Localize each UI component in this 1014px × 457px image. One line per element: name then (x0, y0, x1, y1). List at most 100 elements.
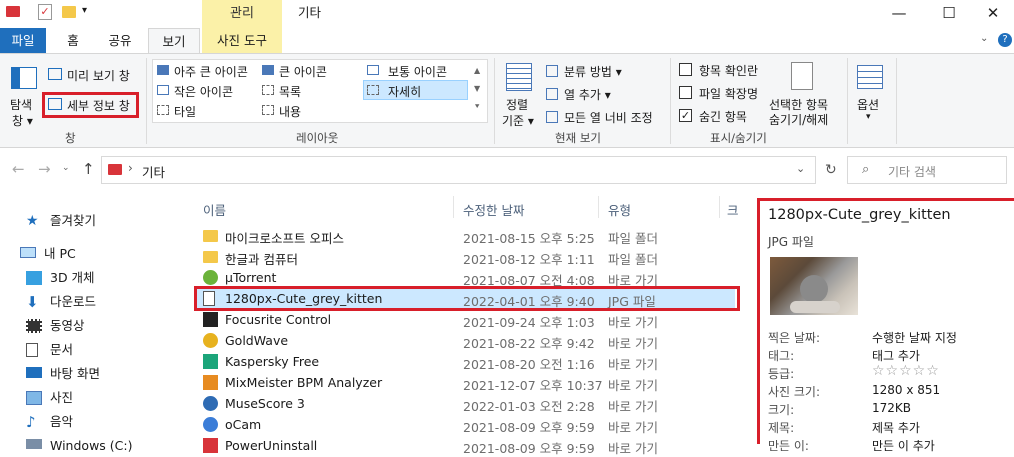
back-icon[interactable]: ← (12, 160, 25, 178)
file-extensions-checkbox[interactable] (679, 86, 692, 99)
group-by-icon (546, 65, 558, 77)
desktop-icon (26, 367, 42, 378)
highlight-details-pane-button (42, 92, 139, 118)
list-item[interactable]: Kaspersky Free 2021-08-20 오전 1:16 바로 가기 (195, 351, 735, 372)
maximize-button[interactable]: ☐ (926, 0, 972, 26)
prop-rating-label: 등급: (768, 367, 795, 381)
cube-icon (26, 271, 42, 285)
layout-extra-large-icons[interactable]: 아주 큰 아이콘 (174, 63, 248, 80)
preview-pane-button[interactable]: 미리 보기 창 (67, 67, 130, 84)
list-item[interactable]: MuseScore 3 2022-01-03 오전 2:28 바로 가기 (195, 393, 735, 414)
column-name[interactable]: 이름 (203, 200, 226, 219)
tab-view[interactable]: 보기 (148, 28, 200, 53)
medium-icons-icon (367, 65, 379, 75)
column-date-modified[interactable]: 수정한 날짜 (463, 200, 524, 219)
layout-tiles[interactable]: 타일 (174, 103, 196, 120)
navigation-pane: ★ 즐겨찾기 내 PC 3D 개체 ⬇ 다운로드 동영상 문서 바탕 화면 사진… (0, 196, 185, 453)
navigation-pane-icon (11, 67, 37, 89)
navigation-pane-button-sub[interactable]: 창 ▾ (12, 112, 33, 129)
goldwave-icon (203, 333, 218, 348)
address-dropdown-icon[interactable]: ⌄ (796, 162, 805, 175)
group-by-button[interactable]: 분류 방법 ▾ (564, 63, 622, 80)
column-size[interactable]: 크 (727, 200, 739, 219)
layout-list[interactable]: 목록 (279, 83, 301, 100)
hidden-items-label: 숨긴 항목 (699, 110, 747, 124)
preview-pane-icon (48, 68, 62, 80)
kaspersky-icon (203, 354, 218, 369)
list-item[interactable]: GoldWave 2021-08-22 오후 9:42 바로 가기 (195, 330, 735, 351)
column-type[interactable]: 유형 (608, 200, 631, 219)
list-item[interactable]: MixMeister BPM Analyzer 2021-12-07 오후 10… (195, 372, 735, 393)
add-columns-button[interactable]: 열 추가 ▾ (564, 86, 611, 103)
size-all-columns-button[interactable]: 모든 열 너비 조정 (564, 109, 653, 126)
layout-medium-icons[interactable]: 보통 아이콘 (388, 63, 447, 80)
layout-large-icons[interactable]: 큰 아이콘 (279, 63, 327, 80)
prop-title-value[interactable]: 제목 추가 (872, 419, 920, 436)
ocam-icon (203, 417, 218, 432)
list-item[interactable]: µTorrent 2021-08-07 오전 4:08 바로 가기 (195, 267, 735, 288)
file-list: 이름 수정한 날짜 유형 크 마이크로소프트 오피스 2021-08-15 오후… (195, 196, 743, 456)
prop-author-label: 만든 이: (768, 439, 809, 453)
sort-by-icon (506, 63, 532, 91)
add-columns-icon (546, 88, 558, 100)
sort-by-button-sub[interactable]: 기준 ▾ (502, 112, 534, 129)
prop-tags-value[interactable]: 태그 추가 (872, 347, 920, 364)
tab-home[interactable]: 홈 (54, 28, 92, 53)
list-icon (262, 85, 274, 95)
refresh-icon[interactable]: ↻ (825, 162, 837, 178)
content-icon (262, 105, 274, 115)
document-icon (26, 343, 38, 357)
prop-date-taken-label: 찍은 날짜: (768, 331, 821, 345)
layout-small-icons[interactable]: 작은 아이콘 (174, 83, 233, 100)
prop-rating-stars[interactable]: ☆☆☆☆☆ (872, 363, 940, 379)
thumbnail-kitten (770, 257, 858, 315)
navigation-pane-button[interactable]: 탐색 (10, 96, 32, 113)
group-label-current-view: 현재 보기 (555, 131, 601, 145)
item-checkboxes-checkbox[interactable] (679, 63, 692, 76)
minimize-button[interactable]: — (876, 0, 922, 26)
address-bar[interactable]: › 기타 ⌄ (101, 156, 816, 184)
breadcrumb-chevron-icon[interactable]: › (128, 161, 133, 175)
hidden-items-checkbox[interactable]: ✓ (679, 109, 692, 122)
list-item[interactable]: Focusrite Control 2021-09-24 오후 1:03 바로 … (195, 309, 735, 330)
layout-details[interactable]: 자세히 (388, 83, 421, 100)
list-item[interactable]: 한글과 컴퓨터 2021-08-12 오후 1:11 파일 폴더 (195, 246, 735, 267)
kitten-face (800, 275, 828, 303)
small-icons-icon (157, 85, 169, 95)
tab-share[interactable]: 공유 (98, 28, 142, 53)
recent-locations-icon[interactable]: ⌄ (62, 163, 70, 173)
forward-icon[interactable]: → (38, 160, 51, 178)
folder-icon (203, 230, 218, 242)
prop-author-value[interactable]: 만든 이 추가 (872, 437, 935, 454)
manage-contextual-tab[interactable]: 관리 (202, 0, 282, 28)
list-item[interactable]: 마이크로소프트 오피스 2021-08-15 오후 5:25 파일 폴더 (195, 225, 735, 246)
up-icon[interactable]: ↑ (82, 160, 95, 178)
window-title: 기타 (298, 5, 322, 20)
tab-file[interactable]: 파일 (0, 28, 46, 53)
search-box[interactable]: ⌕ 기타 검색 (847, 156, 1007, 184)
search-input[interactable]: 기타 검색 (888, 163, 936, 180)
prop-tags-label: 태그: (768, 349, 795, 363)
qat-dropdown-icon[interactable]: ▾ (82, 5, 87, 16)
item-checkboxes-label: 항목 확인란 (699, 64, 759, 78)
ribbon-collapse-icon[interactable]: ⌄ (980, 33, 988, 44)
help-icon[interactable]: ? (998, 33, 1012, 47)
drive-icon (26, 439, 42, 449)
sort-by-button[interactable]: 정렬 (506, 96, 528, 113)
new-folder-icon[interactable] (62, 6, 76, 18)
properties-icon[interactable]: ✓ (38, 4, 52, 20)
ribbon: 탐색 창 ▾ 미리 보기 창 세부 정보 창 창 아주 큰 아이콘 큰 아이콘 … (0, 53, 1014, 148)
prop-date-taken-value[interactable]: 수행한 날짜 지정 (872, 329, 957, 346)
tab-picture-tools[interactable]: 사진 도구 (202, 28, 282, 53)
list-item[interactable]: oCam 2021-08-09 오후 9:59 바로 가기 (195, 414, 735, 435)
breadcrumb-current[interactable]: 기타 (142, 162, 165, 181)
gallery-scroll-icon[interactable]: ▲ ▼ ⯆ (474, 62, 480, 116)
close-button[interactable]: ✕ (970, 0, 1014, 26)
layout-content[interactable]: 내용 (279, 103, 301, 120)
list-item[interactable]: PowerUninstall 2021-08-09 오후 9:59 바로 가기 (195, 435, 735, 456)
options-button[interactable]: 옵션 (857, 96, 879, 113)
options-dropdown-icon[interactable]: ▾ (866, 112, 871, 122)
film-icon (26, 319, 42, 333)
mixmeister-icon (203, 375, 218, 390)
hide-selected-button-sub[interactable]: 숨기기/해제 (769, 111, 828, 128)
